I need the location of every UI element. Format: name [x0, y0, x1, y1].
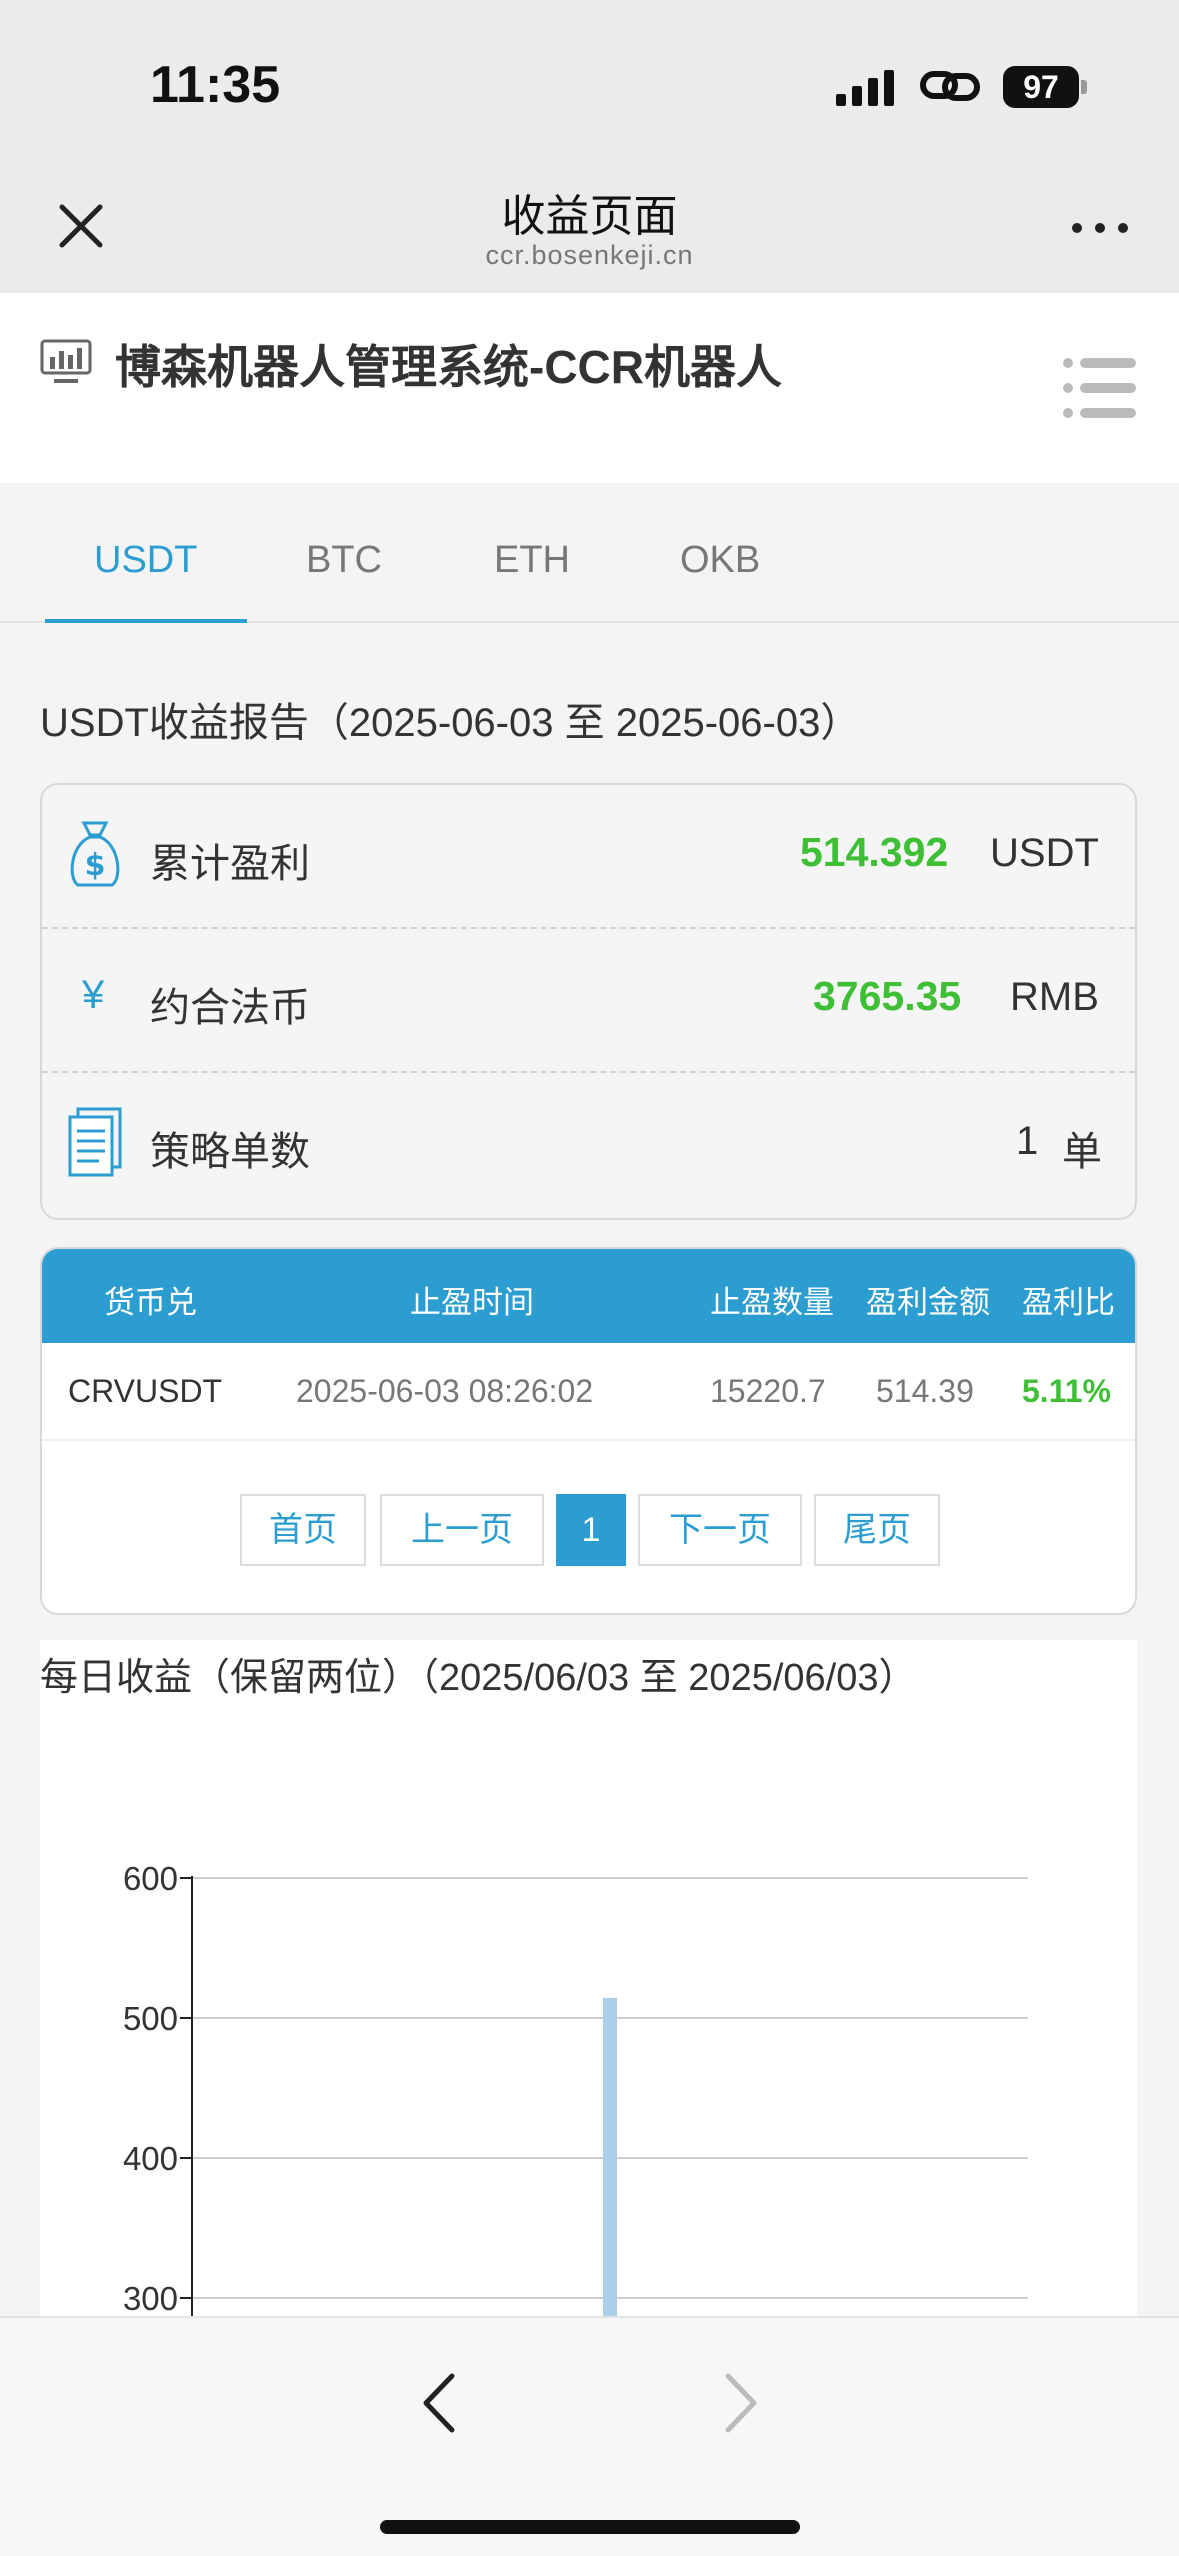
last-page-button[interactable]: 尾页	[814, 1494, 940, 1566]
page-url: ccr.bosenkeji.cn	[485, 240, 694, 270]
cell-ratio: 5.11%	[1022, 1373, 1111, 1409]
browser-nav-header: 收益页面 ccr.bosenkeji.cn	[0, 160, 1179, 293]
document-icon	[68, 1107, 122, 1177]
y-tick-label: 500	[123, 2000, 178, 2037]
table-row: CRVUSDT 2025-06-03 08:26:02 15220.7 514.…	[42, 1343, 1135, 1441]
current-page-button[interactable]: 1	[556, 1494, 626, 1566]
chart-title: 每日收益（保留两位）（2025/06/03 至 2025/06/03）	[40, 1657, 917, 1699]
link-icon	[920, 71, 980, 101]
col-header-time: 止盈时间	[410, 1285, 534, 1320]
col-header-qty: 止盈数量	[710, 1285, 834, 1320]
battery-tip	[1081, 80, 1087, 94]
chart-bar	[603, 1997, 617, 2316]
tab-eth[interactable]: ETH	[494, 539, 570, 582]
app-header: 博森机器人管理系统-CCR机器人	[0, 293, 1179, 483]
profit-value: 514.392	[800, 829, 949, 875]
app-title: 博森机器人管理系统-CCR机器人	[115, 341, 782, 393]
daily-earnings-chart: 300 400 500 600 每日收益（保留两位）（2025/06/03 至 202…	[40, 1640, 1137, 2316]
cell-pair: CRVUSDT	[68, 1373, 223, 1409]
y-tick-label: 300	[123, 2280, 178, 2316]
monitor-icon	[40, 339, 92, 383]
page-title: 收益页面	[501, 192, 678, 241]
tab-btc[interactable]: BTC	[306, 539, 382, 582]
summary-row-orders: 策略单数 1 单	[42, 1073, 1135, 1217]
summary-card: $ 累计盈利 514.392 USDT ¥ 约合法币 3765.35 RMB 策…	[40, 783, 1137, 1220]
tab-usdt[interactable]: USDT	[94, 539, 197, 582]
col-header-amount: 盈利金额	[866, 1285, 990, 1320]
y-tick-label: 400	[123, 2140, 178, 2177]
currency-tabs: USDT BTC ETH OKB	[0, 483, 1179, 623]
more-icon[interactable]	[1065, 208, 1135, 248]
table-header: 货币兑 止盈时间 止盈数量 盈利金额 盈利比	[42, 1249, 1135, 1343]
status-bar: 11:35 97	[0, 0, 1179, 160]
menu-icon[interactable]	[1060, 353, 1138, 423]
y-tick-label: 600	[123, 1860, 178, 1897]
summary-row-profit: $ 累计盈利 514.392 USDT	[42, 785, 1135, 929]
fiat-value: 3765.35	[813, 973, 962, 1019]
signal-icon	[836, 70, 894, 106]
fiat-unit: RMB	[1010, 975, 1099, 1019]
home-indicator	[380, 2520, 800, 2534]
col-header-ratio: 盈利比	[1022, 1285, 1115, 1320]
profit-unit: USDT	[990, 831, 1099, 875]
chart-canvas: 300 400 500 600	[123, 1860, 1028, 2316]
active-tab-indicator	[45, 619, 247, 623]
orders-unit: 单	[1062, 1130, 1102, 1174]
money-bag-icon: $	[70, 821, 120, 887]
fiat-label: 约合法币	[150, 986, 310, 1030]
forward-icon[interactable]	[710, 2358, 770, 2448]
back-icon[interactable]	[410, 2358, 470, 2448]
report-title: USDT收益报告（2025-06-03 至 2025-06-03）	[40, 701, 861, 745]
summary-row-fiat: ¥ 约合法币 3765.35 RMB	[42, 929, 1135, 1073]
browser-bottom-bar	[0, 2316, 1179, 2556]
profit-label: 累计盈利	[150, 842, 310, 886]
orders-label: 策略单数	[150, 1130, 310, 1174]
next-page-button[interactable]: 下一页	[638, 1494, 802, 1566]
cell-time: 2025-06-03 08:26:02	[296, 1373, 594, 1409]
col-header-pair: 货币兑	[104, 1285, 197, 1320]
prev-page-button[interactable]: 上一页	[380, 1494, 544, 1566]
svg-text:$: $	[85, 848, 106, 883]
battery-icon: 97	[1003, 66, 1079, 108]
first-page-button[interactable]: 首页	[240, 1494, 366, 1566]
tab-okb[interactable]: OKB	[680, 539, 760, 582]
cell-amount: 514.39	[876, 1373, 974, 1409]
orders-value: 1	[1016, 1119, 1039, 1163]
battery-level: 97	[1023, 69, 1059, 105]
orders-table-card: 货币兑 止盈时间 止盈数量 盈利金额 盈利比 CRVUSDT 2025-06-0…	[40, 1247, 1137, 1615]
status-time: 11:35	[150, 56, 281, 114]
yen-icon: ¥	[82, 973, 105, 1017]
cell-qty: 15220.7	[710, 1373, 826, 1409]
